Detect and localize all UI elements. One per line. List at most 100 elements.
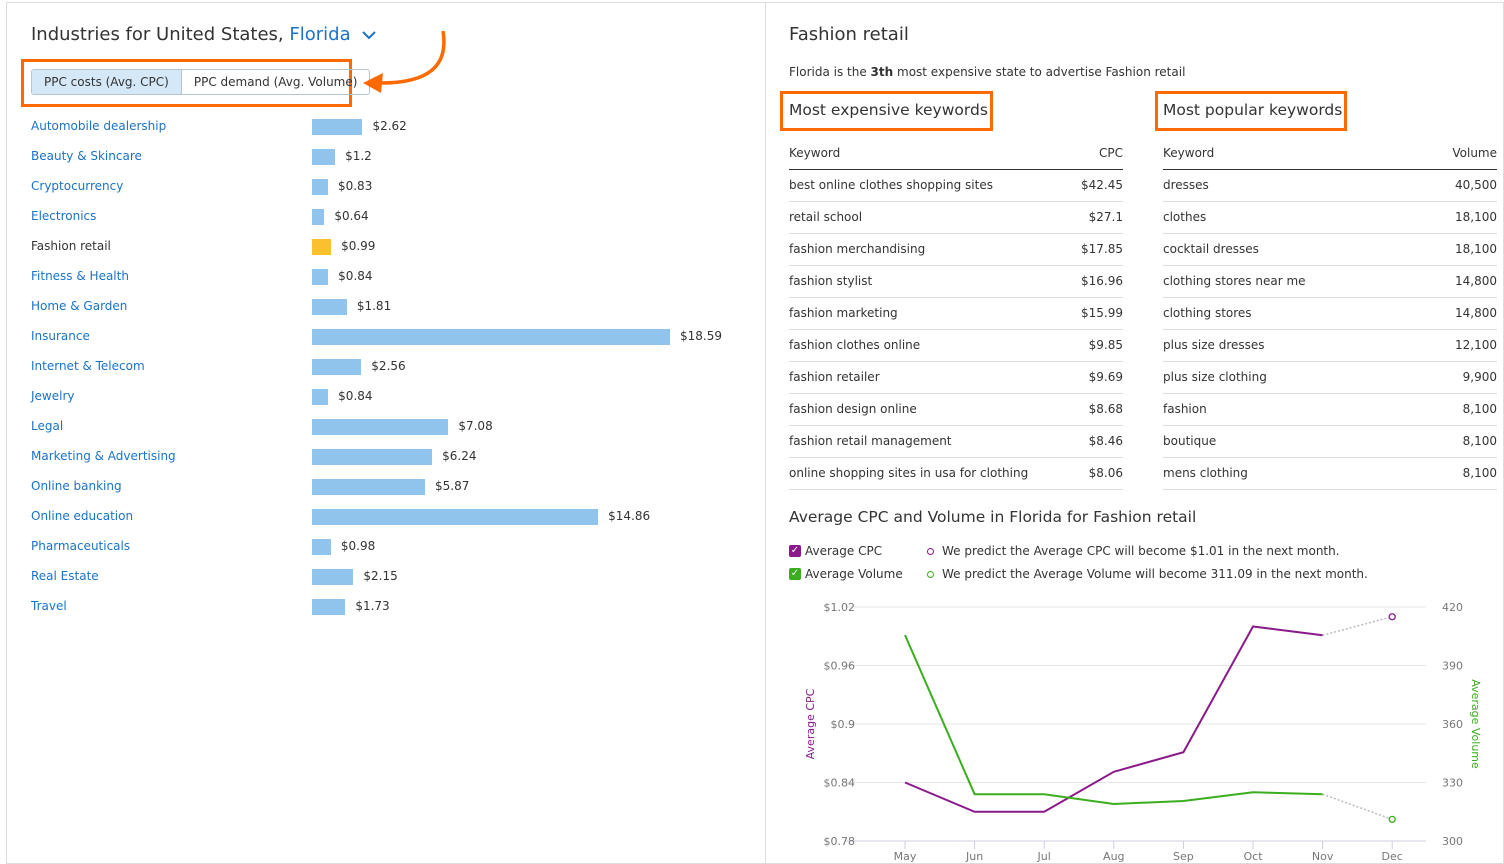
industry-bar[interactable] — [312, 419, 449, 435]
x-tick-label: Dec — [1382, 850, 1403, 863]
ppc-demand-button[interactable]: PPC demand (Avg. Volume) — [182, 70, 370, 94]
table-row[interactable]: retail school $27.1 — [789, 202, 1123, 234]
industry-value: $2.62 — [372, 119, 407, 133]
expensive-keywords-table: Keyword CPC best online clothes shopping … — [789, 143, 1123, 490]
industry-bar[interactable] — [312, 389, 329, 405]
table-row[interactable]: plus size clothing 9,900 — [1163, 362, 1497, 394]
keyword-cell: fashion — [1163, 402, 1207, 416]
table-row[interactable]: fashion clothes online $9.85 — [789, 330, 1123, 362]
table-row[interactable]: fashion retailer $9.69 — [789, 362, 1123, 394]
state-selector[interactable]: Florida — [289, 24, 350, 45]
prediction-point[interactable] — [1388, 815, 1396, 824]
industry-link[interactable]: Jewelry — [31, 389, 75, 403]
arrow-annotation-icon — [363, 30, 446, 93]
y-right-tick: 330 — [1442, 777, 1463, 790]
industry-bar[interactable] — [312, 239, 332, 255]
industry-bar[interactable] — [312, 329, 670, 345]
table-row[interactable]: clothing stores near me 14,800 — [1163, 266, 1497, 298]
value-cell: $9.85 — [1088, 338, 1123, 352]
industries-title: Industries for United States, Florida — [31, 24, 377, 45]
y-left-tick: $0.96 — [824, 660, 856, 673]
table-row[interactable]: clothes 18,100 — [1163, 202, 1497, 234]
x-tick-label: Oct — [1243, 850, 1263, 863]
keyword-cell: mens clothing — [1163, 466, 1248, 480]
legend-volume[interactable]: ✓ Average Volume — [789, 567, 903, 581]
industry-link[interactable]: Marketing & Advertising — [31, 449, 176, 463]
value-cell: $9.69 — [1088, 370, 1123, 384]
industry-value: $1.2 — [345, 149, 372, 163]
industry-bar[interactable] — [312, 479, 426, 495]
checkbox-checked-icon[interactable]: ✓ — [789, 545, 801, 557]
industry-bar[interactable] — [312, 119, 363, 135]
industry-bar[interactable] — [312, 179, 328, 195]
table-row[interactable]: online shopping sites in usa for clothin… — [789, 458, 1123, 490]
industry-link[interactable]: Pharmaceuticals — [31, 539, 130, 553]
industry-link[interactable]: Insurance — [31, 329, 90, 343]
keyword-cell: fashion merchandising — [789, 242, 926, 256]
table-row[interactable]: fashion merchandising $17.85 — [789, 234, 1123, 266]
x-tick-label: Aug — [1103, 850, 1124, 863]
table-row[interactable]: best online clothes shopping sites $42.45 — [789, 170, 1123, 202]
industry-link[interactable]: Legal — [31, 419, 63, 433]
keyword-cell: fashion retail management — [789, 434, 952, 448]
industry-value: $0.98 — [340, 539, 376, 553]
table-row[interactable]: fashion marketing $15.99 — [789, 298, 1123, 330]
value-cell: 14,800 — [1455, 274, 1497, 288]
industry-bar[interactable] — [312, 599, 346, 615]
industry-link[interactable]: Home & Garden — [31, 299, 127, 313]
ppc-costs-button[interactable]: PPC costs (Avg. CPC) — [32, 70, 182, 94]
industry-bar[interactable] — [312, 269, 329, 285]
industry-link[interactable]: Fashion retail — [31, 239, 111, 253]
industry-link[interactable]: Electronics — [31, 209, 96, 223]
industry-link[interactable]: Online banking — [31, 479, 122, 493]
industry-link[interactable]: Cryptocurrency — [31, 179, 123, 193]
industry-bar[interactable] — [312, 299, 347, 315]
table-row[interactable]: fashion retail management $8.46 — [789, 426, 1123, 458]
industry-bar[interactable] — [312, 449, 433, 465]
keyword-cell: best online clothes shopping sites — [789, 178, 993, 192]
industry-link[interactable]: Travel — [31, 599, 67, 613]
prediction-point[interactable] — [1388, 613, 1396, 621]
table-row[interactable]: boutique 8,100 — [1163, 426, 1497, 458]
value-cell: $17.85 — [1081, 242, 1123, 256]
expensive-keywords-title: Most expensive keywords — [789, 101, 988, 119]
keyword-cell: fashion retailer — [789, 370, 880, 384]
industry-link[interactable]: Online education — [31, 509, 133, 523]
keyword-cell: dresses — [1163, 178, 1209, 192]
keyword-cell: fashion clothes online — [789, 338, 921, 352]
table-row[interactable]: plus size dresses 12,100 — [1163, 330, 1497, 362]
table-row[interactable]: clothing stores 14,800 — [1163, 298, 1497, 330]
industry-link[interactable]: Internet & Telecom — [31, 359, 145, 373]
industry-link[interactable]: Automobile dealership — [31, 119, 166, 133]
table-row[interactable]: cocktail dresses 18,100 — [1163, 234, 1497, 266]
table-row[interactable]: fashion stylist $16.96 — [789, 266, 1123, 298]
industries-panel: Industries for United States, Florida PP… — [6, 2, 765, 864]
industry-value: $2.56 — [371, 359, 406, 373]
industry-bar[interactable] — [312, 509, 599, 525]
volume-prediction-text: We predict the Average Volume will becom… — [942, 567, 1368, 581]
industry-bar[interactable] — [312, 569, 354, 585]
table-row[interactable]: mens clothing 8,100 — [1163, 458, 1497, 490]
industry-bar[interactable] — [312, 359, 362, 375]
industry-bar[interactable] — [312, 209, 325, 225]
table-row[interactable]: fashion design online $8.68 — [789, 394, 1123, 426]
industry-bar[interactable] — [312, 539, 331, 555]
industry-value: $0.84 — [338, 269, 373, 283]
keyword-cell: cocktail dresses — [1163, 242, 1259, 256]
prediction-line — [1322, 793, 1393, 821]
industry-link[interactable]: Beauty & Skincare — [31, 149, 142, 163]
industry-value: $6.24 — [442, 449, 477, 463]
legend-cpc[interactable]: ✓ Average CPC — [789, 544, 882, 558]
y-left-tick: $0.9 — [831, 718, 856, 731]
industry-bar[interactable] — [312, 149, 336, 165]
industry-link[interactable]: Fitness & Health — [31, 269, 129, 283]
keyword-cell: plus size dresses — [1163, 338, 1265, 352]
table-row[interactable]: dresses 40,500 — [1163, 170, 1497, 202]
y-right-axis-label: Average Volume — [1469, 679, 1482, 769]
checkbox-checked-icon[interactable]: ✓ — [789, 568, 801, 580]
x-tick-label: Jun — [965, 850, 983, 863]
industry-link[interactable]: Real Estate — [31, 569, 99, 583]
industry-value: $0.64 — [334, 209, 369, 223]
table-row[interactable]: fashion 8,100 — [1163, 394, 1497, 426]
col-cpc: CPC — [1099, 146, 1123, 160]
